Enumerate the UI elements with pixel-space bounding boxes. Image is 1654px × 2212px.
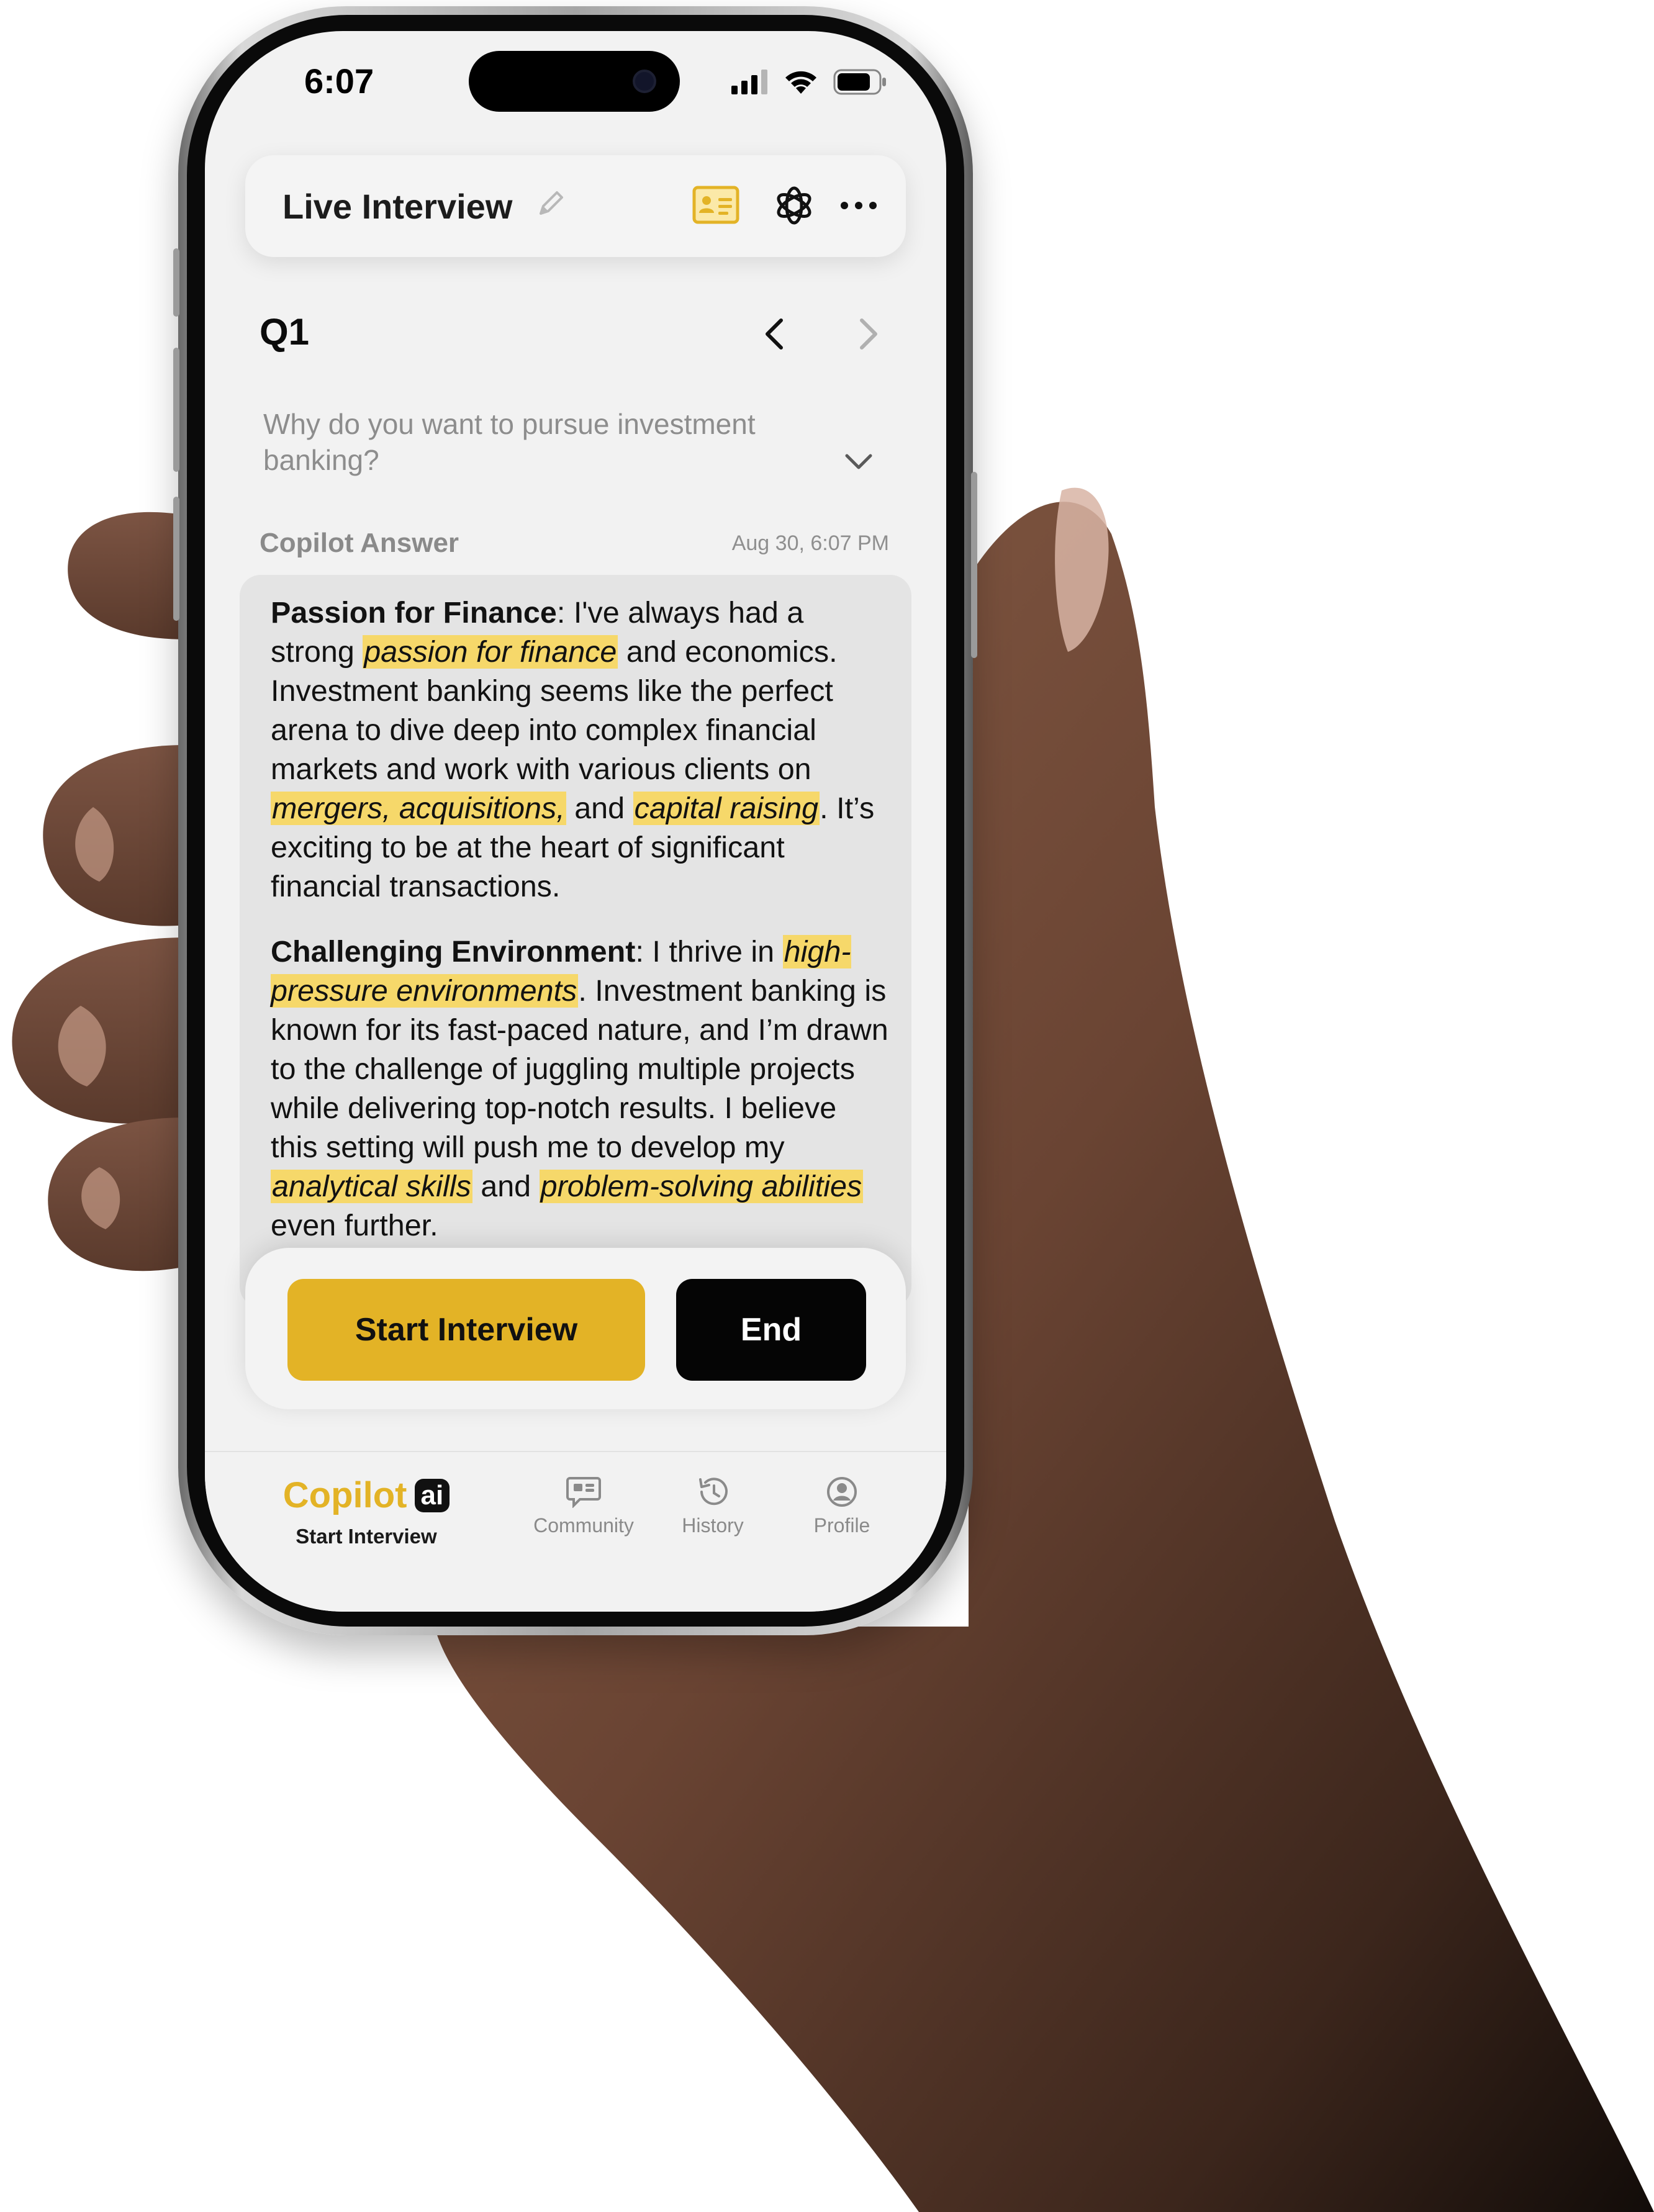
question-number: Q1 bbox=[260, 311, 310, 353]
answer-card: Passion for Finance: I've always had a s… bbox=[240, 575, 911, 1307]
tab-bar: Copilot ai Start Interview Community His… bbox=[205, 1451, 946, 1612]
paragraph-text: : I thrive in bbox=[635, 935, 783, 968]
volume-up-button bbox=[173, 348, 179, 472]
paragraph-text: even further. bbox=[271, 1209, 438, 1242]
highlighted-phrase: capital raising bbox=[633, 792, 820, 825]
power-button bbox=[971, 472, 977, 658]
paragraph-heading: Challenging Environment bbox=[271, 935, 636, 968]
brand-wordmark: Copilot bbox=[282, 1475, 407, 1515]
highlighted-phrase: problem-solving abilities bbox=[539, 1170, 864, 1203]
question-text: Why do you want to pursue investment ban… bbox=[263, 408, 756, 476]
tab-profile[interactable]: Profile bbox=[767, 1476, 916, 1537]
action-card: Start Interview End bbox=[245, 1248, 906, 1409]
tab-label: Profile bbox=[813, 1514, 870, 1537]
battery-icon bbox=[833, 69, 886, 95]
tab-history[interactable]: History bbox=[638, 1476, 787, 1537]
cellular-signal-icon bbox=[731, 70, 767, 94]
page-title: Live Interview bbox=[282, 187, 513, 226]
status-icons bbox=[731, 66, 887, 98]
answer-paragraph: Challenging Environment: I thrive in hig… bbox=[271, 932, 892, 1245]
phone-screen: 6:07 Live Interview Q1 Why do you want t… bbox=[205, 31, 946, 1612]
start-interview-button[interactable]: Start Interview bbox=[287, 1279, 645, 1381]
ai-settings-icon[interactable] bbox=[773, 184, 815, 227]
paragraph-heading: Passion for Finance bbox=[271, 596, 557, 630]
header-card: Live Interview bbox=[245, 155, 906, 257]
profile-icon bbox=[827, 1477, 857, 1507]
action-button bbox=[173, 248, 179, 317]
tab-community[interactable]: Community bbox=[509, 1476, 658, 1537]
more-options-icon[interactable] bbox=[840, 201, 877, 210]
answer-paragraph: Passion for Finance: I've always had a s… bbox=[271, 594, 892, 906]
front-camera bbox=[633, 70, 656, 93]
end-button[interactable]: End bbox=[676, 1279, 866, 1381]
chevron-right-icon[interactable] bbox=[856, 318, 880, 350]
chevron-down-icon[interactable] bbox=[844, 453, 873, 471]
highlighted-phrase: mergers, acquisitions, bbox=[271, 792, 566, 825]
tab-label: History bbox=[682, 1514, 744, 1537]
community-icon bbox=[566, 1477, 601, 1508]
brand-ai-badge: ai bbox=[414, 1478, 450, 1512]
volume-down-button bbox=[173, 497, 179, 621]
highlighted-phrase: passion for finance bbox=[363, 635, 618, 669]
highlighted-phrase: analytical skills bbox=[271, 1170, 472, 1203]
dynamic-island bbox=[469, 51, 680, 112]
brand-logo: Copilot ai bbox=[279, 1474, 453, 1516]
answer-label: Copilot Answer bbox=[260, 528, 459, 558]
paragraph-text: and bbox=[472, 1170, 540, 1203]
edit-pencil-icon[interactable] bbox=[536, 187, 567, 219]
answer-timestamp: Aug 30, 6:07 PM bbox=[731, 531, 889, 555]
chevron-left-icon[interactable] bbox=[762, 318, 787, 350]
tab-start-interview[interactable]: Copilot ai Start Interview bbox=[279, 1474, 453, 1548]
tab-label: Start Interview bbox=[296, 1525, 437, 1548]
tab-label: Community bbox=[533, 1514, 634, 1537]
wifi-icon bbox=[785, 71, 816, 94]
paragraph-text: and bbox=[566, 792, 633, 825]
history-icon bbox=[699, 1478, 728, 1506]
id-card-icon[interactable] bbox=[692, 186, 739, 224]
status-time: 6:07 bbox=[304, 61, 374, 101]
